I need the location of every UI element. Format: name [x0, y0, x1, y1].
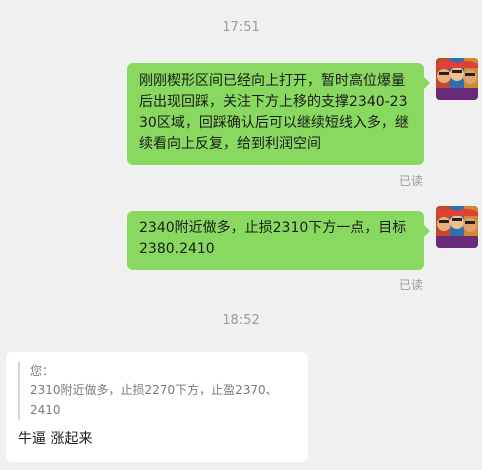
colorful-faces-avatar-icon [436, 58, 478, 100]
quote-author: 您： [30, 364, 55, 378]
chat-timestamp-2: 18:52 [222, 313, 260, 328]
read-receipt-1: 已读 [399, 174, 424, 188]
outgoing-message-1[interactable]: 刚刚楔形区间已经向上打开，暂时高位爆量后出现回踩，关注下方上移的支撑2340-2… [127, 63, 430, 165]
message-1-text: 刚刚楔形区间已经向上打开，暂时高位爆量后出现回踩，关注下方上移的支撑2340-2… [139, 73, 409, 152]
colorful-faces-avatar-icon [436, 206, 478, 248]
chat-timestamp-1: 17:51 [222, 20, 260, 35]
quoted-message[interactable]: 您： 2310附近做多，止损2270下方，止盈2370、2410 [18, 362, 296, 420]
read-receipt-2: 已读 [399, 278, 424, 292]
outgoing-message-2[interactable]: 2340附近做多，止损2310下方一点，目标2380.2410 [127, 211, 430, 270]
sender-avatar-2[interactable] [436, 206, 478, 248]
incoming-reply-message[interactable]: 您： 2310附近做多，止损2270下方，止盈2370、2410 牛逼 涨起来 [6, 352, 308, 462]
reply-text: 牛逼 涨起来 [18, 431, 93, 447]
sender-avatar-1[interactable] [436, 58, 478, 100]
quote-text: 2310附近做多，止损2270下方，止盈2370、2410 [30, 383, 278, 417]
message-2-text: 2340附近做多，止损2310下方一点，目标2380.2410 [139, 220, 407, 257]
